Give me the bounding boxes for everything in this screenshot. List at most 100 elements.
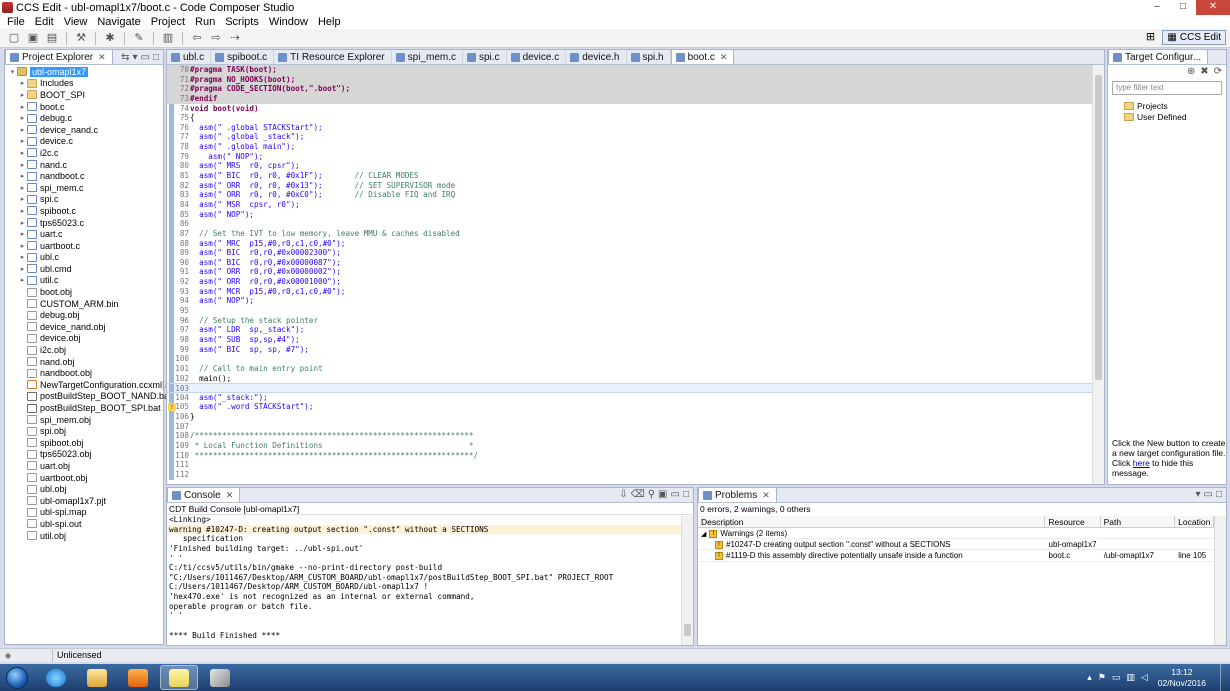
editor-vertical-scrollbar[interactable] <box>1092 65 1104 484</box>
close-icon[interactable]: ✕ <box>720 51 728 64</box>
tree-item[interactable]: ubl-omapl1x7.pjt <box>5 495 163 507</box>
tree-item[interactable]: device.obj <box>5 333 163 345</box>
tree-item-projects[interactable]: Projects <box>1124 101 1168 111</box>
menu-help[interactable]: Help <box>313 16 346 28</box>
collapse-icon[interactable]: ◢ <box>701 531 706 538</box>
code-line[interactable]: 91 asm(" ORR r0,r0,#0x00000002"); <box>167 267 1104 278</box>
maximize-button[interactable]: □ <box>1170 0 1196 15</box>
editor-tab[interactable]: device.h <box>566 50 627 64</box>
code-line[interactable]: 108/************************************… <box>167 431 1104 441</box>
menu-edit[interactable]: Edit <box>30 16 59 28</box>
refresh-icon[interactable]: ⟳ <box>1214 66 1222 77</box>
tree-item[interactable]: device_nand.obj <box>5 321 163 333</box>
minimize-view-icon[interactable]: ▭ <box>671 489 680 500</box>
column-path[interactable]: Path <box>1101 516 1176 527</box>
clock[interactable]: 13:12 02/Nov/2016 <box>1158 667 1206 689</box>
code-line[interactable]: 86 <box>167 219 1104 229</box>
code-line[interactable]: ! 105 asm(" .word STACKStart"); <box>167 402 1104 413</box>
minimize-button[interactable]: – <box>1144 0 1170 15</box>
tree-item[interactable]: tps65023.obj <box>5 449 163 461</box>
code-line[interactable]: 81 asm(" BIC r0, r0, #0x1F"); // CLEAR M… <box>167 171 1104 181</box>
tree-item[interactable]: ▸ ubl.c <box>5 252 163 264</box>
menu-view[interactable]: View <box>59 16 93 28</box>
save-icon[interactable]: ▣ <box>25 31 41 45</box>
tree-item[interactable]: postBuildStep_BOOT_NAND.bat <box>5 391 172 403</box>
tree-item[interactable]: ▸ ubl.cmd <box>5 263 163 275</box>
code-line[interactable]: 101 // Call to main entry point <box>167 363 1104 374</box>
tree-item[interactable]: ▸ i2c.c <box>5 147 163 159</box>
code-line[interactable]: 106} <box>167 412 1104 422</box>
code-line[interactable]: 72#pragma CODE_SECTION(boot,".boot"); <box>167 84 1104 94</box>
code-line[interactable]: 98 asm(" SUB sp,sp,#4"); <box>167 334 1104 345</box>
problems-vertical-scrollbar[interactable] <box>1214 516 1226 645</box>
problem-row[interactable]: ! #1119-D this assembly directive potenti… <box>698 550 1214 562</box>
expand-icon[interactable]: ▸ <box>18 265 27 273</box>
console-output[interactable]: <Linking> warning #10247-D: creating outp… <box>167 515 693 640</box>
menu-scripts[interactable]: Scripts <box>220 16 264 28</box>
new-icon[interactable]: ▢ <box>6 31 22 45</box>
tree-item[interactable]: ▸ device.c <box>5 136 163 148</box>
tree-item[interactable]: ubl-spi.map <box>5 507 163 519</box>
code-line[interactable]: 83 asm(" ORR r0, r0, #0xC0"); // Disable… <box>167 190 1104 200</box>
debug-icon[interactable]: ✱ <box>102 31 118 45</box>
maximize-view-icon[interactable]: □ <box>1216 489 1222 500</box>
expand-icon[interactable]: ▸ <box>18 184 27 192</box>
code-line[interactable]: 104 asm("_stack:"); <box>167 392 1104 403</box>
code-line[interactable]: 80 asm(" MRS r0, cpsr"); <box>167 161 1104 172</box>
tab-console[interactable]: Console ✕ <box>167 487 241 502</box>
expand-icon[interactable]: ▾ <box>8 68 17 76</box>
clear-console-icon[interactable]: ⌫ <box>631 489 645 500</box>
tab-project-explorer[interactable]: Project Explorer ✕ <box>5 49 113 64</box>
tree-item[interactable]: ▸ uartboot.c <box>5 240 163 252</box>
expand-icon[interactable]: ▸ <box>18 172 27 180</box>
tree-item[interactable]: spi.obj <box>5 425 163 437</box>
code-line[interactable]: 102 main(); <box>167 373 1104 384</box>
console-vertical-scrollbar[interactable] <box>681 516 693 645</box>
tree-item[interactable]: nand.obj <box>5 356 163 368</box>
tree-item[interactable]: ▸ tps65023.c <box>5 217 163 229</box>
expand-icon[interactable]: ▸ <box>18 276 27 284</box>
expand-icon[interactable]: ▸ <box>18 149 27 157</box>
perspective-ccs-edit[interactable]: ▦ CCS Edit <box>1162 30 1226 45</box>
editor-tab[interactable]: spi_mem.c <box>392 50 463 64</box>
code-line[interactable]: 88 asm(" MRC p15,#0,r0,c1,c0,#0"); <box>167 238 1104 249</box>
scroll-lock-icon[interactable]: ⇩ <box>619 489 627 500</box>
close-window-button[interactable]: ✕ <box>1196 0 1230 15</box>
monitor-icon[interactable]: ▭ <box>1112 672 1121 683</box>
navigate-icon[interactable]: ⇢ <box>227 31 243 45</box>
code-line[interactable]: 75{ <box>167 113 1104 123</box>
code-line[interactable]: 78 asm(" .global main"); <box>167 142 1104 152</box>
tree-item[interactable]: uart.obj <box>5 460 163 472</box>
expand-icon[interactable]: ▸ <box>18 230 27 238</box>
expand-icon[interactable]: ▸ <box>18 219 27 227</box>
code-line[interactable]: 93 asm(" MCR p15,#0,r0,c1,c0,#0"); <box>167 286 1104 297</box>
project-node[interactable]: ▾ ubl-omapl1x7 <box>5 66 163 78</box>
code-line[interactable]: 107 <box>167 421 1104 432</box>
code-line[interactable]: 70#pragma TASK(boot); <box>167 65 1104 75</box>
tree-item[interactable]: spi_mem.obj <box>5 414 163 426</box>
expand-icon[interactable]: ▸ <box>18 114 27 122</box>
pin-icon[interactable]: ⚲ <box>648 489 655 500</box>
fast-view-icon[interactable]: ◆ <box>5 652 13 660</box>
menu-project[interactable]: Project <box>146 16 190 28</box>
code-line[interactable]: 111 <box>167 460 1104 470</box>
delete-icon[interactable]: ✖ <box>1200 66 1208 77</box>
tools-icon[interactable]: ✎ <box>131 31 147 45</box>
code-line[interactable]: 90 asm(" BIC r0,r0,#0x00000087"); <box>167 257 1104 268</box>
code-line[interactable]: 112 <box>167 469 1104 480</box>
code-line[interactable]: 110 ************************************… <box>167 450 1104 461</box>
link-editor-icon[interactable]: ⇆ <box>121 52 129 63</box>
expand-icon[interactable]: ▸ <box>18 242 27 250</box>
code-line[interactable]: 103 <box>167 383 1104 393</box>
flag-icon[interactable]: ⚑ <box>1098 672 1106 683</box>
editor-tab[interactable]: spiboot.c <box>211 50 275 64</box>
taskbar-media-button[interactable] <box>119 665 157 690</box>
warning-icon[interactable]: ! <box>168 403 176 412</box>
code-line[interactable]: 109 * Local Function Definitions * <box>167 440 1104 451</box>
tree-item[interactable]: ▸ Includes <box>5 78 163 90</box>
forward-icon[interactable]: ⇨ <box>208 31 224 45</box>
tree-item[interactable]: ▸ uart.c <box>5 228 163 240</box>
view-menu-icon[interactable]: ▾ <box>132 52 137 63</box>
tab-problems[interactable]: Problems ✕ <box>698 487 777 502</box>
new-target-icon[interactable]: ⊕ <box>1187 66 1195 77</box>
